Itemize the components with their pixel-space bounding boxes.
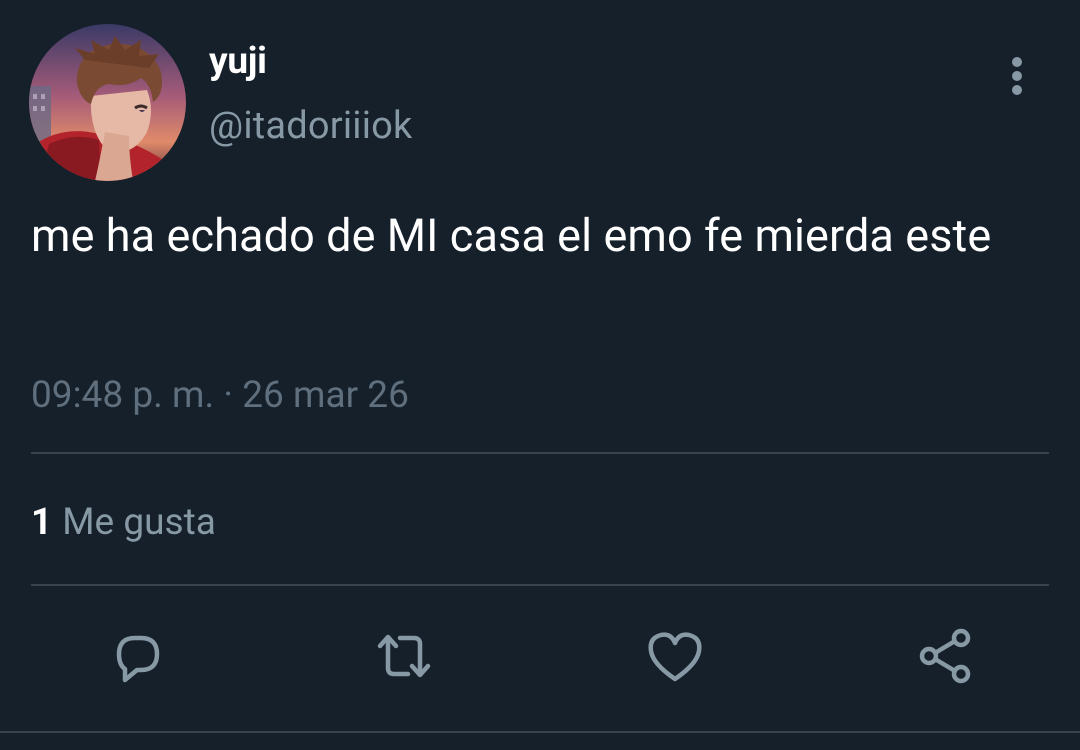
user-handle[interactable]: @itadoriiiok: [209, 102, 413, 150]
heart-icon: [648, 632, 702, 682]
avatar-image: [29, 24, 186, 181]
share-button[interactable]: [913, 624, 977, 688]
divider: [31, 584, 1049, 586]
like-button[interactable]: [643, 624, 707, 688]
reply-icon: [116, 635, 160, 683]
avatar[interactable]: [29, 24, 186, 181]
retweet-button[interactable]: [372, 624, 436, 688]
tweet-detail: yuji @itadoriiiok me ha echado de MI cas…: [0, 0, 1080, 750]
display-name[interactable]: yuji: [209, 38, 267, 86]
likes-label: Me gusta: [62, 501, 216, 544]
likes-count: 1: [31, 501, 53, 544]
tweet-text: me ha echado de MI casa el emo fe mierda…: [31, 209, 992, 262]
share-icon: [919, 628, 971, 684]
reply-button[interactable]: [103, 624, 167, 688]
tweet-timestamp[interactable]: 09:48 p. m. · 26 mar 26: [31, 371, 409, 421]
divider: [0, 731, 1080, 733]
likes-stat[interactable]: 1 Me gusta: [31, 498, 216, 548]
retweet-icon: [377, 634, 431, 678]
divider: [31, 452, 1049, 454]
more-options-icon[interactable]: [996, 52, 1038, 100]
